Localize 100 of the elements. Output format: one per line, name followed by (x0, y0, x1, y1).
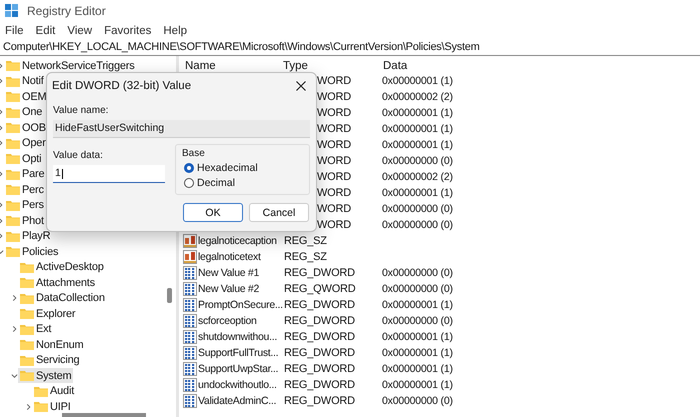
column-header[interactable]: Name (182, 60, 283, 72)
tree-item[interactable]: Audit (32, 384, 76, 399)
value-type: WORD (317, 139, 352, 151)
tree-item[interactable]: Pers (4, 198, 46, 213)
collapse-chevron-icon[interactable] (11, 372, 18, 380)
value-data: 0x00000002 (2) (382, 171, 453, 183)
binary-value-icon (183, 330, 197, 344)
value-name[interactable]: PromptOnSecure... (198, 299, 283, 311)
folder-icon (6, 60, 20, 72)
value-name[interactable]: scforceoption (198, 315, 257, 327)
tree-item[interactable]: NetworkServiceTriggers (4, 58, 137, 74)
value-type: WORD (317, 91, 352, 103)
binary-value-icon (183, 266, 197, 280)
menu-item[interactable]: Favorites (104, 25, 152, 37)
value-type: REG_DWORD (284, 267, 355, 279)
field-label: Value name: (53, 105, 110, 116)
menu-item[interactable]: Help (163, 25, 188, 37)
value-name[interactable]: undockwithoutlo... (198, 379, 277, 391)
value-type: WORD (317, 155, 352, 167)
value-name[interactable]: New Value #1 (198, 267, 259, 279)
menu-item[interactable]: File (5, 25, 24, 37)
expand-chevron-icon[interactable] (25, 402, 32, 411)
folder-icon (6, 91, 20, 102)
tree-item[interactable]: Perc (4, 182, 46, 198)
value-data: 0x00000000 (0) (382, 315, 453, 327)
tree-item[interactable]: Servicing (18, 352, 82, 368)
folder-icon (6, 168, 20, 180)
scrollbar-thumb[interactable] (167, 288, 172, 303)
folder-icon (6, 230, 20, 242)
binary-value-icon (183, 394, 197, 408)
string-value-icon (183, 250, 197, 264)
address-bar[interactable]: Computer\HKEY_LOCAL_MACHINE\SOFTWARE\Microsoft\Windows\CurrentVersion\Policies\System (0, 40, 700, 56)
dialog-button[interactable]: OK (183, 203, 243, 222)
tree-item[interactable]: Opti (4, 151, 44, 166)
value-type: REG_DWORD (284, 363, 355, 375)
radio-button[interactable] (184, 178, 194, 188)
value-type: REG_DWORD (284, 395, 355, 407)
group-label: Base (182, 148, 206, 159)
folder-icon (6, 138, 20, 149)
tree-item[interactable]: System (18, 368, 74, 384)
value-name[interactable]: legalnoticetext (198, 251, 261, 263)
tree-item[interactable]: DataCollection (18, 290, 107, 306)
folder-icon (6, 246, 20, 258)
value-type: REG_DWORD (284, 347, 355, 359)
value-name[interactable]: shutdownwithou... (198, 331, 277, 343)
folder-icon (20, 277, 34, 288)
tree-item[interactable]: OOB (4, 120, 48, 136)
tree-item[interactable]: Pare (4, 166, 46, 182)
tree-item[interactable]: Attachments (18, 275, 97, 290)
tree-item[interactable]: Ext (18, 322, 54, 337)
folder-icon (20, 308, 34, 320)
value-type: REG_QWORD (284, 283, 356, 295)
column-header[interactable]: Data (383, 60, 408, 72)
dialog-button[interactable]: Cancel (249, 203, 309, 222)
menu-item[interactable]: Edit (36, 25, 56, 37)
value-name[interactable]: legalnoticecaption (198, 235, 277, 247)
tree-item[interactable]: UIPI (32, 399, 73, 414)
value-name-field[interactable]: HideFastUserSwitching (53, 120, 310, 138)
value-data: 0x00000001 (1) (382, 331, 453, 343)
scrollbar-thumb[interactable] (62, 413, 146, 417)
value-data: 0x00000000 (0) (382, 203, 453, 215)
radio-label[interactable]: Hexadecimal (197, 162, 258, 174)
tree-item[interactable]: OEM (4, 89, 48, 104)
menu-item[interactable]: View (67, 25, 92, 37)
folder-icon (20, 324, 34, 335)
folder-icon (20, 354, 34, 366)
tree-item[interactable]: Oper (4, 136, 48, 151)
app-icon (5, 4, 19, 18)
value-name[interactable]: SupportFullTrust... (198, 347, 278, 359)
value-data: 0x00000001 (1) (382, 363, 453, 375)
tree-item[interactable]: NonEnum (18, 337, 86, 352)
tree-item[interactable]: Notif (4, 74, 46, 89)
value-data-field[interactable]: 1 (53, 165, 165, 183)
tree-item[interactable]: One (4, 104, 44, 120)
value-type: REG_DWORD (284, 299, 355, 311)
value-name[interactable]: SupportUwpStar... (198, 363, 278, 375)
value-name[interactable]: ValidateAdminC... (198, 395, 276, 407)
value-type: WORD (317, 107, 352, 119)
expand-chevron-icon[interactable] (11, 294, 18, 302)
tree-item[interactable]: Phot (4, 213, 46, 228)
value-data: 0x00000000 (0) (382, 219, 453, 231)
value-type: WORD (317, 123, 352, 135)
radio-label[interactable]: Decimal (197, 177, 235, 189)
value-data: 0x00000001 (1) (382, 347, 453, 359)
tree-item[interactable]: Explorer (18, 306, 78, 322)
column-header[interactable]: Type (283, 60, 383, 72)
folder-icon (6, 200, 20, 211)
binary-value-icon (183, 362, 197, 376)
close-icon[interactable] (296, 81, 306, 91)
expand-chevron-icon[interactable] (11, 325, 18, 334)
value-data: 0x00000001 (1) (382, 299, 453, 311)
radio-button[interactable] (184, 163, 194, 173)
folder-icon (34, 386, 48, 397)
value-name[interactable]: New Value #2 (198, 283, 259, 295)
tree-item[interactable]: Policies (4, 244, 60, 260)
tree-item[interactable]: PlayR (4, 228, 52, 244)
value-type: WORD (317, 187, 352, 199)
value-type: REG_SZ (284, 235, 327, 247)
tree-item[interactable]: ActiveDesktop (18, 260, 106, 275)
value-data: 0x00000001 (1) (382, 379, 453, 391)
